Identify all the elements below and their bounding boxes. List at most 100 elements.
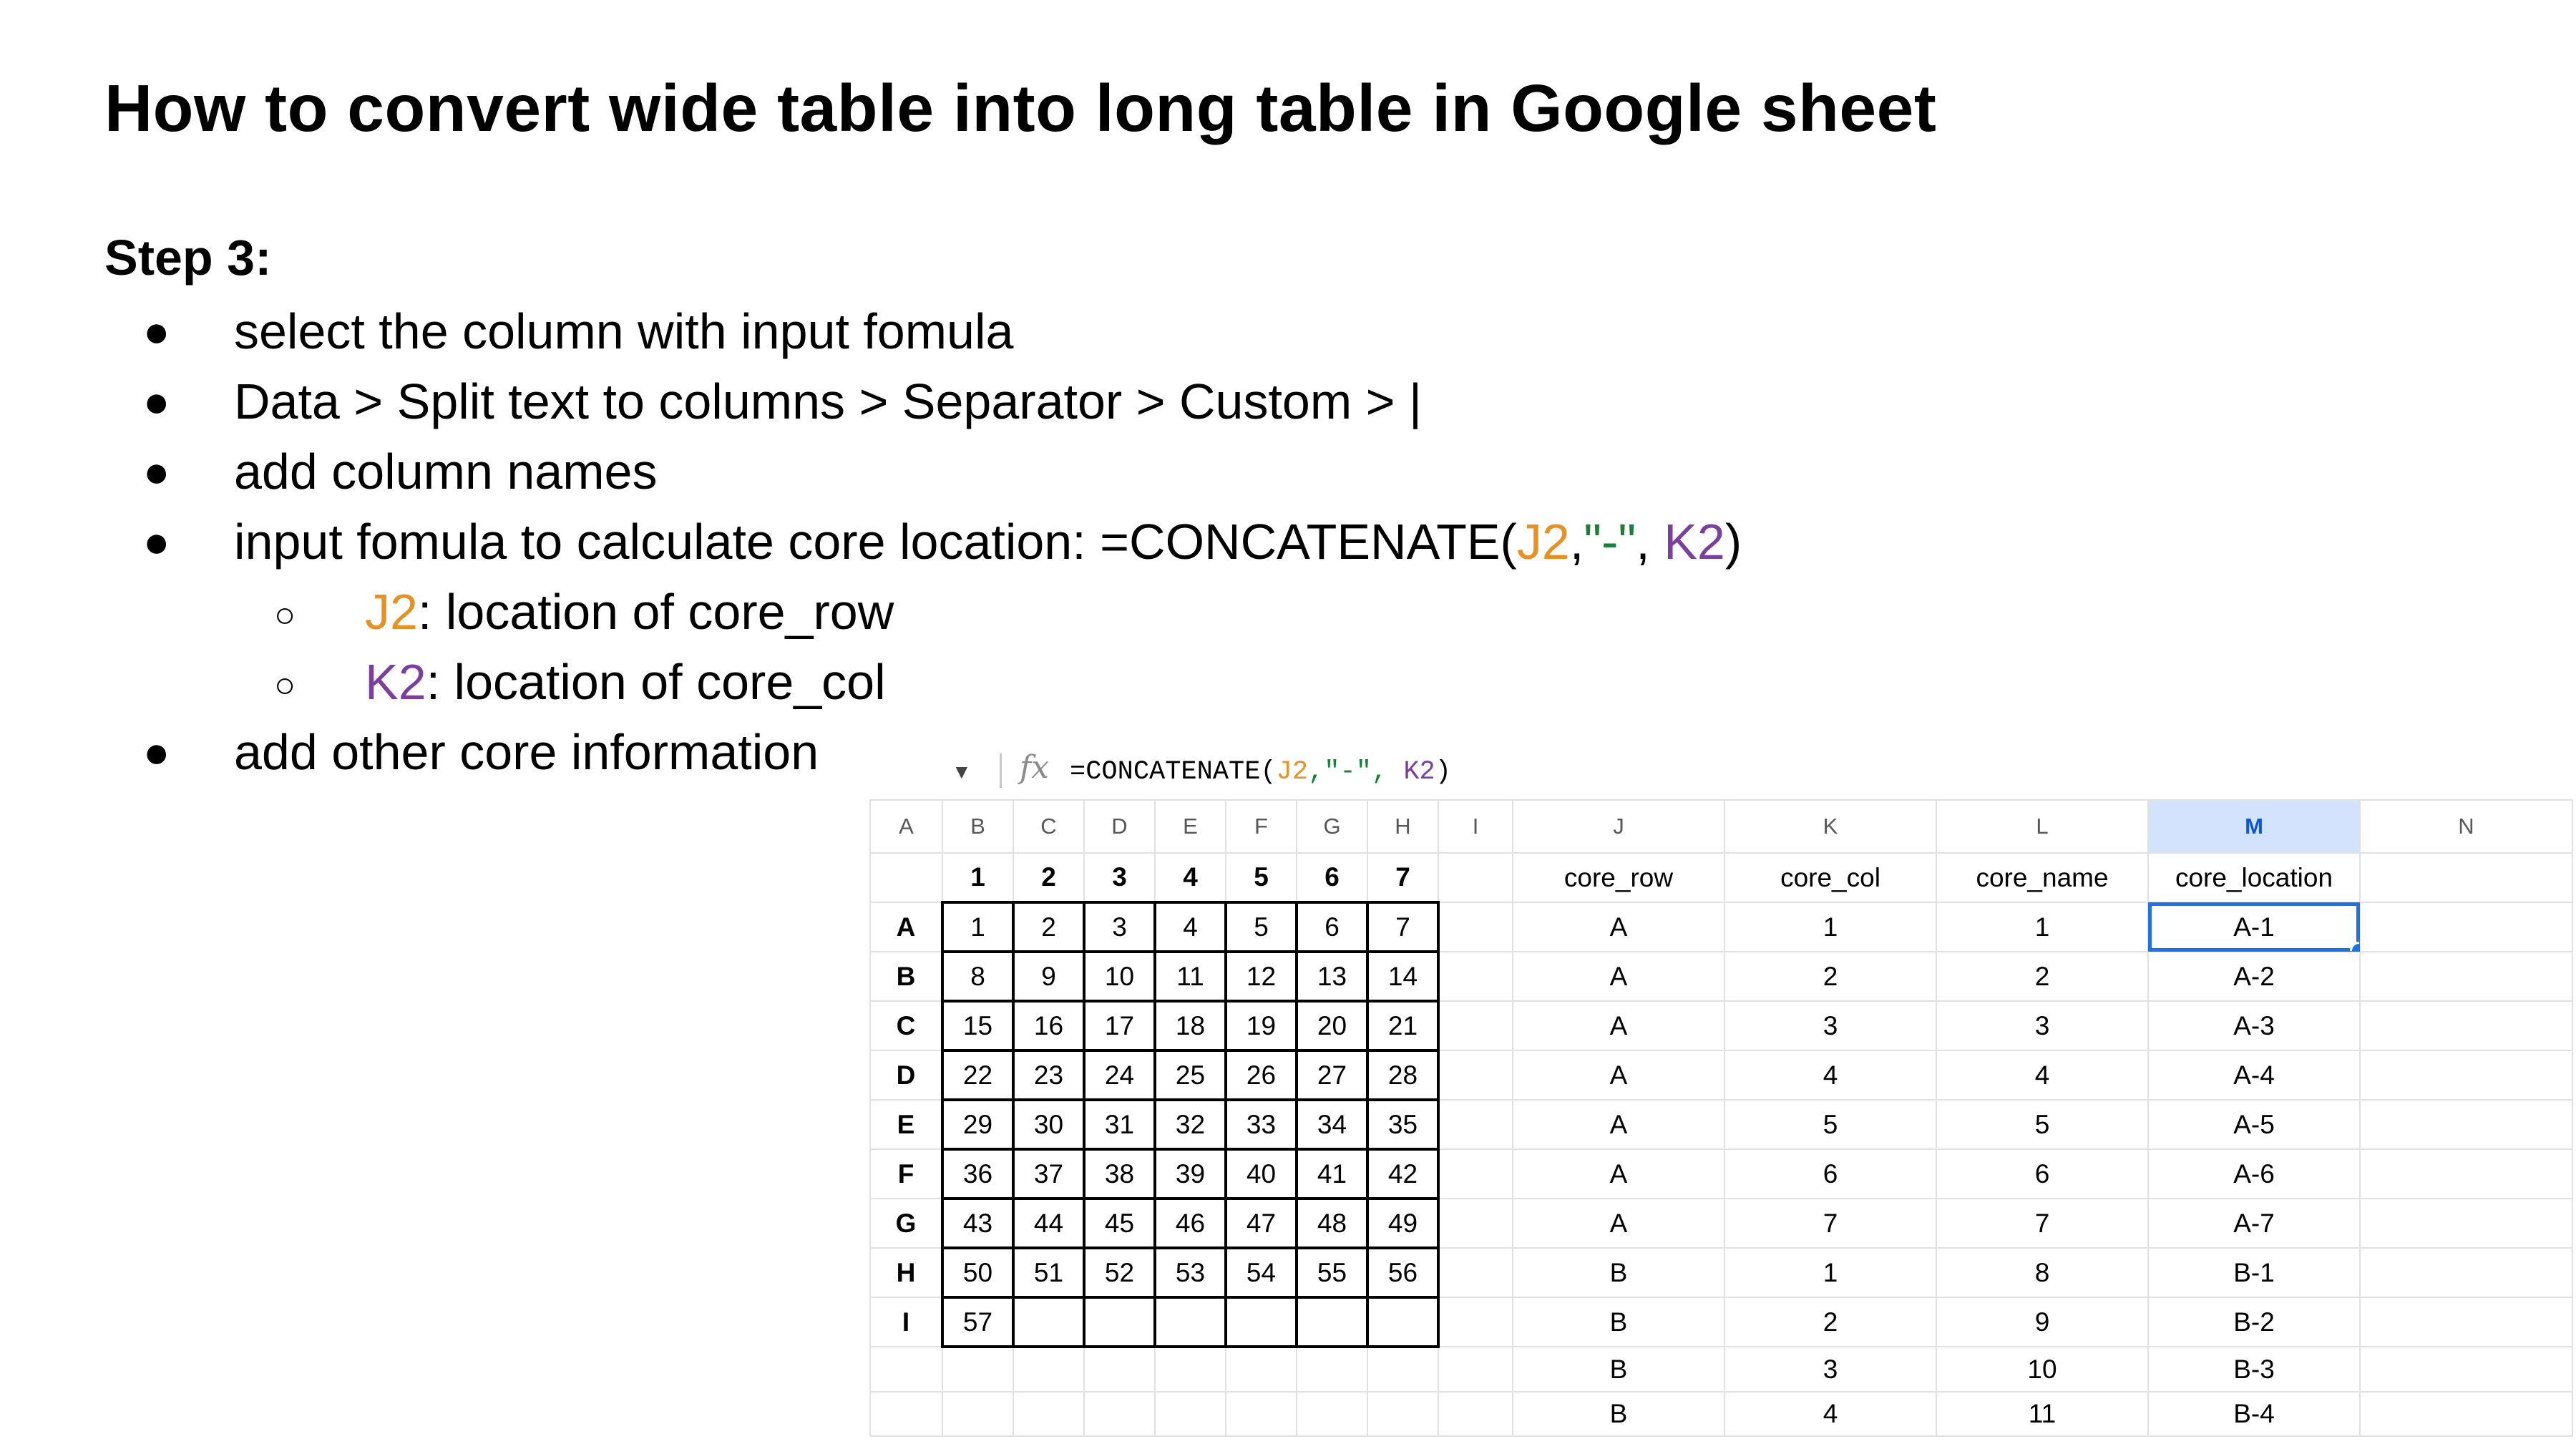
sheet-cell[interactable] xyxy=(942,1391,1014,1437)
sheet-cell[interactable]: B-1 xyxy=(2147,1247,2361,1298)
sheet-cell[interactable]: 13 xyxy=(1295,950,1369,1002)
sheet-cell[interactable]: A xyxy=(1512,1099,1725,1150)
sheet-cell[interactable] xyxy=(1225,1346,1297,1392)
sheet-cell[interactable]: 19 xyxy=(1224,1000,1298,1052)
column-header-m[interactable]: M xyxy=(2147,799,2361,854)
column-header-b[interactable]: B xyxy=(942,799,1014,854)
sheet-cell[interactable] xyxy=(1296,1346,1368,1392)
sheet-cell[interactable] xyxy=(1013,1391,1085,1437)
sheet-cell[interactable] xyxy=(1438,1247,1513,1298)
sheet-cell[interactable]: 4 xyxy=(1724,1391,1937,1437)
sheet-cell[interactable]: 56 xyxy=(1366,1246,1440,1299)
sheet-cell[interactable] xyxy=(1438,1050,1513,1101)
sheet-cell[interactable]: 18 xyxy=(1153,1000,1227,1052)
sheet-cell[interactable]: 36 xyxy=(941,1148,1015,1200)
column-header-f[interactable]: F xyxy=(1225,799,1297,854)
sheet-cell[interactable]: 26 xyxy=(1224,1049,1298,1101)
column-header-j[interactable]: J xyxy=(1512,799,1725,854)
sheet-cell[interactable]: 34 xyxy=(1295,1098,1369,1151)
sheet-cell[interactable]: 7 xyxy=(1936,1198,2149,1249)
sheet-cell[interactable]: 3 xyxy=(1724,1346,1937,1392)
row-label[interactable]: G xyxy=(869,1198,943,1249)
sheet-cell[interactable]: 11 xyxy=(1936,1391,2149,1437)
sheet-cell[interactable]: 57 xyxy=(941,1296,1015,1348)
sheet-cell[interactable]: 4 xyxy=(1153,901,1227,953)
sheet-cell[interactable]: 54 xyxy=(1224,1246,1298,1299)
sheet-cell[interactable]: 11 xyxy=(1153,950,1227,1002)
sheet-cell[interactable] xyxy=(2359,1198,2573,1249)
sheet-cell[interactable]: 20 xyxy=(1295,1000,1369,1052)
sheet-cell[interactable]: 38 xyxy=(1083,1148,1156,1200)
sheet-cell[interactable] xyxy=(1083,1296,1156,1348)
header-cell[interactable] xyxy=(869,852,943,903)
sheet-cell[interactable] xyxy=(1438,1099,1513,1150)
sheet-cell[interactable] xyxy=(1367,1391,1439,1437)
sheet-cell[interactable] xyxy=(1438,1346,1513,1392)
header-cell[interactable] xyxy=(1438,852,1513,903)
sheet-cell[interactable]: 9 xyxy=(1936,1297,2149,1347)
sheet-cell[interactable]: A-2 xyxy=(2147,951,2361,1002)
sheet-cell[interactable]: 4 xyxy=(1936,1050,2149,1101)
header-cell[interactable] xyxy=(2359,852,2573,903)
sheet-cell[interactable]: 33 xyxy=(1224,1098,1298,1151)
row-label[interactable] xyxy=(869,1346,943,1392)
sheet-cell[interactable]: A xyxy=(1512,1050,1725,1101)
sheet-cell[interactable]: 49 xyxy=(1366,1197,1440,1249)
sheet-cell[interactable]: 5 xyxy=(1224,901,1298,953)
sheet-cell[interactable]: 9 xyxy=(1012,950,1085,1002)
sheet-cell[interactable]: A xyxy=(1512,1148,1725,1199)
sheet-cell[interactable] xyxy=(1153,1296,1227,1348)
sheet-cell[interactable] xyxy=(2359,1148,2573,1199)
sheet-cell[interactable]: 47 xyxy=(1224,1197,1298,1249)
sheet-cell[interactable]: 8 xyxy=(941,950,1015,1002)
sheet-cell[interactable] xyxy=(2359,1000,2573,1051)
sheet-cell[interactable]: 27 xyxy=(1295,1049,1369,1101)
sheet-cell[interactable]: B xyxy=(1512,1391,1725,1437)
sheet-cell[interactable]: B xyxy=(1512,1247,1725,1298)
sheet-cell[interactable]: A-5 xyxy=(2147,1099,2361,1150)
sheet-cell[interactable] xyxy=(1438,1297,1513,1347)
header-cell[interactable]: 1 xyxy=(942,852,1014,903)
row-label[interactable]: F xyxy=(869,1148,943,1199)
sheet-cell[interactable]: 52 xyxy=(1083,1246,1156,1299)
header-cell[interactable]: core_location xyxy=(2147,852,2361,903)
sheet-cell[interactable]: A-1 xyxy=(2147,902,2361,952)
column-header-l[interactable]: L xyxy=(1936,799,2149,854)
sheet-cell[interactable]: A-4 xyxy=(2147,1050,2361,1101)
row-label[interactable]: I xyxy=(869,1297,943,1347)
sheet-cell[interactable]: 25 xyxy=(1153,1049,1227,1101)
sheet-cell[interactable]: 7 xyxy=(1724,1198,1937,1249)
sheet-cell[interactable] xyxy=(1083,1391,1156,1437)
sheet-cell[interactable] xyxy=(1438,1391,1513,1437)
sheet-cell[interactable]: 43 xyxy=(941,1197,1015,1249)
sheet-cell[interactable]: 6 xyxy=(1295,901,1369,953)
header-cell[interactable]: 6 xyxy=(1296,852,1368,903)
sheet-cell[interactable]: 48 xyxy=(1295,1197,1369,1249)
sheet-cell[interactable]: A-6 xyxy=(2147,1148,2361,1199)
sheet-cell[interactable]: 45 xyxy=(1083,1197,1156,1249)
sheet-cell[interactable]: 55 xyxy=(1295,1246,1369,1299)
sheet-cell[interactable] xyxy=(1367,1346,1439,1392)
sheet-cell[interactable]: 10 xyxy=(1936,1346,2149,1392)
sheet-cell[interactable]: 28 xyxy=(1366,1049,1440,1101)
sheet-cell[interactable] xyxy=(2359,1297,2573,1347)
sheet-cell[interactable]: 31 xyxy=(1083,1098,1156,1151)
chevron-down-icon[interactable]: ▼ xyxy=(952,761,972,784)
sheet-cell[interactable] xyxy=(1154,1391,1226,1437)
sheet-cell[interactable]: 10 xyxy=(1083,950,1156,1002)
column-header-d[interactable]: D xyxy=(1083,799,1156,854)
row-label[interactable]: B xyxy=(869,951,943,1002)
column-header-g[interactable]: G xyxy=(1296,799,1368,854)
sheet-cell[interactable]: 51 xyxy=(1012,1246,1085,1299)
column-header-k[interactable]: K xyxy=(1724,799,1937,854)
sheet-cell[interactable]: A-3 xyxy=(2147,1000,2361,1051)
header-cell[interactable]: 7 xyxy=(1367,852,1439,903)
sheet-cell[interactable]: 40 xyxy=(1224,1148,1298,1200)
sheet-cell[interactable] xyxy=(1224,1296,1298,1348)
sheet-cell[interactable] xyxy=(2359,902,2573,952)
sheet-cell[interactable]: 6 xyxy=(1724,1148,1937,1199)
row-label[interactable]: H xyxy=(869,1247,943,1298)
column-header-c[interactable]: C xyxy=(1013,799,1085,854)
column-header-n[interactable]: N xyxy=(2359,799,2573,854)
sheet-cell[interactable]: 7 xyxy=(1366,901,1440,953)
